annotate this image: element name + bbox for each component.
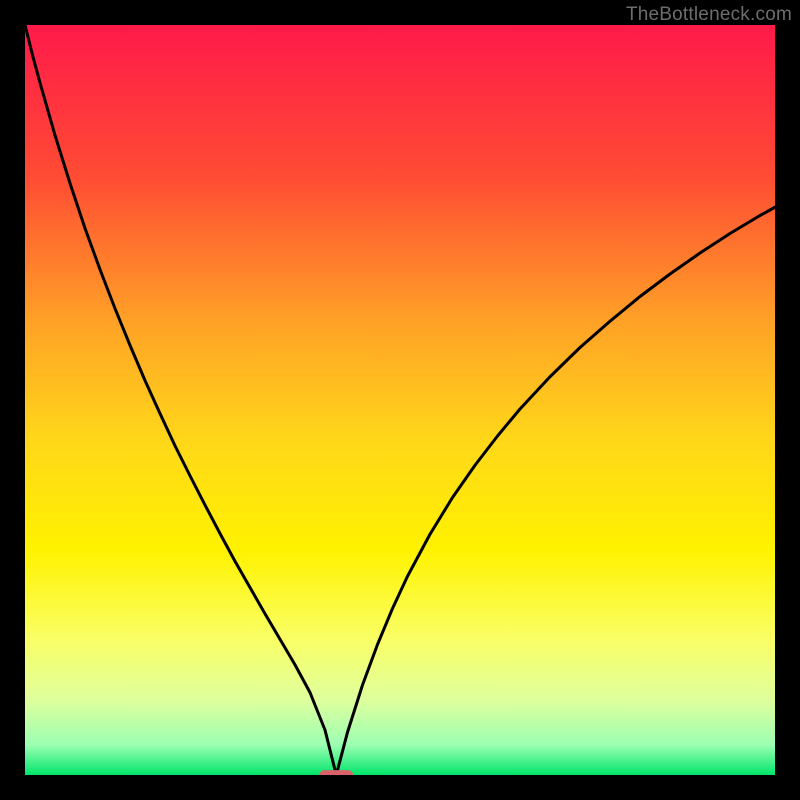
chart-frame: TheBottleneck.com xyxy=(0,0,800,800)
watermark-text: TheBottleneck.com xyxy=(626,4,792,26)
minimum-marker xyxy=(319,770,353,775)
bottleneck-chart xyxy=(25,25,775,775)
chart-background xyxy=(25,25,775,775)
